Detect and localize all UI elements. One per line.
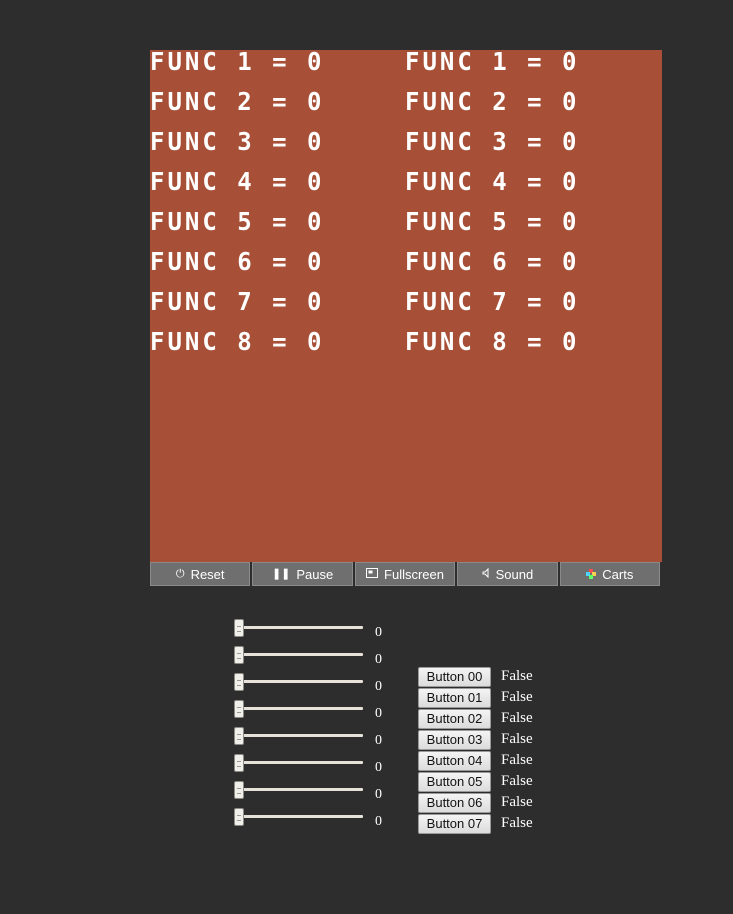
slider-value: 0 [375,679,382,694]
slider-row: 0 [233,754,393,781]
slider-value: 0 [375,760,382,775]
power-icon: ⏻ [175,567,185,580]
slider-handle[interactable] [234,754,244,772]
fullscreen-icon [366,567,379,581]
func-line: FUNC 2 = 0 [405,86,580,117]
slider-track[interactable] [239,626,363,629]
slider-row: 0 [233,727,393,754]
button-05[interactable]: Button 05 [418,771,491,792]
slider-row: 0 [233,646,393,673]
reset-label: Reset [190,566,225,582]
button-row: Button 06 False [418,792,533,813]
player-toolbar: ⏻ Reset ❚❚ Pause Fullscreen Sound Carts [150,562,661,586]
button-state: False [501,752,533,768]
func-line: FUNC 4 = 0 [405,166,580,197]
button-state: False [501,815,533,831]
func-column-right: FUNC 1 = 0 FUNC 2 = 0 FUNC 3 = 0 FUNC 4 … [405,50,580,370]
slider-track[interactable] [239,761,363,764]
slider-value: 0 [375,625,382,640]
slider-track[interactable] [239,680,363,683]
slider-track[interactable] [239,815,363,818]
slider-value: 0 [375,706,382,721]
slider-value: 0 [375,733,382,748]
func-line: FUNC 1 = 0 [150,50,325,77]
carts-label: Carts [602,566,634,582]
button-03[interactable]: Button 03 [418,729,491,750]
button-row: Button 04 False [418,750,533,771]
carts-button[interactable]: Carts [559,562,661,586]
slider-row: 0 [233,808,393,835]
slider-track[interactable] [239,734,363,737]
slider-track[interactable] [239,653,363,656]
button-01[interactable]: Button 01 [418,687,491,708]
fullscreen-label: Fullscreen [384,566,444,582]
slider-handle[interactable] [234,808,244,826]
sound-button[interactable]: Sound [457,562,558,586]
button-07[interactable]: Button 07 [418,813,491,834]
button-state: False [501,794,533,810]
func-line: FUNC 8 = 0 [405,326,580,357]
pause-button[interactable]: ❚❚ Pause [252,562,353,586]
pause-label: Pause [296,566,334,582]
func-line: FUNC 5 = 0 [405,206,580,237]
button-state: False [501,710,533,726]
func-line: FUNC 6 = 0 [405,246,580,277]
slider-row: 0 [233,619,393,646]
sound-label: Sound [495,566,534,582]
slider-value: 0 [375,787,382,802]
func-line: FUNC 7 = 0 [405,286,580,317]
button-02[interactable]: Button 02 [418,708,491,729]
button-state: False [501,668,533,684]
func-line: FUNC 6 = 0 [150,246,325,277]
func-column-left: FUNC 1 = 0 FUNC 2 = 0 FUNC 3 = 0 FUNC 4 … [150,50,325,370]
button-row: Button 05 False [418,771,533,792]
carts-icon [586,569,597,579]
slider-handle[interactable] [234,700,244,718]
func-line: FUNC 8 = 0 [150,326,325,357]
func-line: FUNC 1 = 0 [405,50,580,77]
pause-icon: ❚❚ [271,567,291,580]
func-line: FUNC 4 = 0 [150,166,325,197]
reset-button[interactable]: ⏻ Reset [150,562,251,586]
button-row: Button 01 False [418,687,533,708]
func-line: FUNC 5 = 0 [150,206,325,237]
slider-value: 0 [375,814,382,829]
button-state: False [501,689,533,705]
func-line: FUNC 2 = 0 [150,86,325,117]
button-state: False [501,773,533,789]
button-row: Button 07 False [418,813,533,834]
slider-list: 0 0 0 0 0 0 0 0 [233,619,393,835]
slider-handle[interactable] [234,673,244,691]
slider-value: 0 [375,652,382,667]
button-row: Button 00 False [418,666,533,687]
slider-track[interactable] [239,788,363,791]
button-row: Button 03 False [418,729,533,750]
func-line: FUNC 3 = 0 [405,126,580,157]
button-row: Button 02 False [418,708,533,729]
slider-handle[interactable] [234,619,244,637]
fullscreen-button[interactable]: Fullscreen [354,562,456,586]
button-state: False [501,731,533,747]
button-06[interactable]: Button 06 [418,792,491,813]
slider-row: 0 [233,673,393,700]
game-screen[interactable]: FUNC 1 = 0 FUNC 2 = 0 FUNC 3 = 0 FUNC 4 … [150,50,662,562]
slider-handle[interactable] [234,727,244,745]
slider-handle[interactable] [234,646,244,664]
speaker-icon [482,567,490,581]
slider-row: 0 [233,781,393,808]
slider-row: 0 [233,700,393,727]
func-line: FUNC 7 = 0 [150,286,325,317]
func-line: FUNC 3 = 0 [150,126,325,157]
slider-track[interactable] [239,707,363,710]
slider-handle[interactable] [234,781,244,799]
button-00[interactable]: Button 00 [418,666,491,687]
button-04[interactable]: Button 04 [418,750,491,771]
button-list: Button 00 False Button 01 False Button 0… [418,666,533,834]
